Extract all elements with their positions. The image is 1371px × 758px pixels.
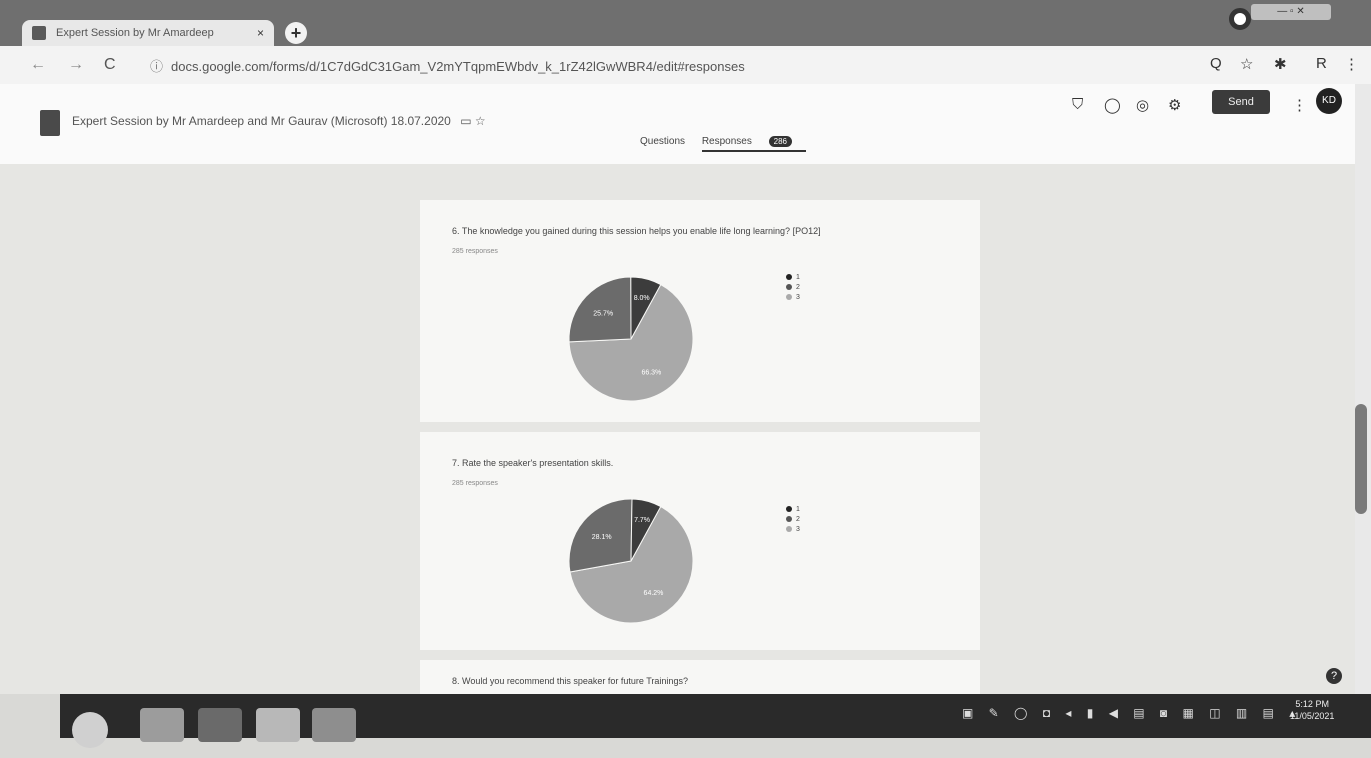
pie-chart-q6: 66.3% 25.7% 8.0%: [566, 274, 696, 409]
tab-questions[interactable]: Questions: [640, 136, 685, 147]
slice-label: 8.0%: [634, 295, 650, 302]
search-icon[interactable]: Q: [1210, 55, 1222, 72]
chart-legend: 1 2 3: [786, 506, 800, 536]
forms-favicon-icon: [32, 26, 46, 40]
browser-menu-icon[interactable]: ⋮: [1344, 55, 1359, 73]
info-icon[interactable]: ⓘ: [150, 59, 163, 74]
legend-item: 2: [786, 284, 800, 291]
palette-icon[interactable]: ◯: [1104, 96, 1121, 114]
window-controls[interactable]: — ▫ ✕: [1251, 4, 1331, 20]
preview-eye-icon[interactable]: ◎: [1136, 96, 1149, 114]
response-count: 285 responses: [452, 248, 498, 255]
slice-label: 28.1%: [592, 534, 612, 541]
question-card-6: 6. The knowledge you gained during this …: [420, 200, 980, 422]
pie-chart-svg-q6: 66.3% 25.7% 8.0%: [568, 276, 694, 402]
forward-icon[interactable]: →: [68, 56, 84, 74]
question-title: 7. Rate the speaker's presentation skill…: [452, 458, 614, 468]
forms-doc-icon[interactable]: [40, 110, 60, 136]
system-tray[interactable]: ▣ ✎ ◯ ◘ ◂ ▮ ◀ ▤ ◙ ▦ ◫ ▥ ▤ ▴: [962, 706, 1301, 720]
legend-item: 3: [786, 294, 800, 301]
tab-title: Expert Session by Mr Amardeep: [56, 27, 214, 39]
addon-icon[interactable]: ⛉: [1072, 96, 1083, 113]
address-bar-row: ← → C ⓘ docs.google.com/forms/d/1C7dGdC31…: [0, 46, 1371, 84]
new-tab-button[interactable]: +: [285, 22, 307, 44]
browser-tab[interactable]: Expert Session by Mr Amardeep ×: [22, 20, 274, 46]
send-button[interactable]: Send: [1212, 90, 1270, 114]
form-tabs: Questions Responses 286: [640, 136, 820, 152]
pie-chart-svg-q7: 64.2% 28.1% 7.7%: [568, 498, 694, 624]
scrollbar-track[interactable]: [1355, 84, 1371, 694]
pie-slice[interactable]: [568, 276, 632, 343]
url-field[interactable]: ⓘ docs.google.com/forms/d/1C7dGdC31Gam_V2…: [150, 56, 745, 75]
taskbar-app-icon[interactable]: [312, 708, 356, 742]
slice-label: 66.3%: [641, 370, 661, 377]
extensions-icon[interactable]: ✱: [1274, 55, 1287, 73]
taskbar-clock[interactable]: 5:12 PM 11/05/2021: [1290, 698, 1334, 722]
back-icon[interactable]: ←: [30, 56, 46, 74]
question-title: 6. The knowledge you gained during this …: [452, 226, 821, 236]
responses-page: 6. The knowledge you gained during this …: [0, 164, 1355, 700]
settings-gear-icon[interactable]: ⚙: [1168, 96, 1181, 114]
account-avatar[interactable]: KD: [1316, 88, 1342, 114]
pie-chart-q7: 64.2% 28.1% 7.7%: [566, 496, 696, 631]
tab-close-icon[interactable]: ×: [257, 26, 264, 40]
legend-item: 3: [786, 526, 800, 533]
scrollbar-thumb[interactable]: [1355, 404, 1367, 514]
tab-responses[interactable]: Responses 286: [701, 136, 806, 152]
legend-item: 2: [786, 516, 800, 523]
form-title[interactable]: Expert Session by Mr Amardeep and Mr Gau…: [72, 114, 486, 128]
profile-icon[interactable]: [1229, 8, 1251, 30]
taskbar-opera-icon[interactable]: [198, 708, 242, 742]
taskbar-chrome-icon[interactable]: [256, 708, 300, 742]
legend-item: 1: [786, 506, 800, 513]
bookmark-star-icon[interactable]: ☆: [1240, 55, 1253, 73]
more-options-icon[interactable]: ⋮: [1292, 96, 1307, 114]
response-count: 285 responses: [452, 480, 498, 487]
folder-star-icons[interactable]: ▭ ☆: [460, 114, 485, 128]
question-card-7: 7. Rate the speaker's presentation skill…: [420, 432, 980, 650]
help-icon[interactable]: ?: [1326, 668, 1342, 684]
responses-count-badge: 286: [768, 136, 792, 147]
url-text: docs.google.com/forms/d/1C7dGdC31Gam_V2m…: [171, 59, 745, 74]
start-button[interactable]: [72, 712, 108, 748]
forms-header: Expert Session by Mr Amardeep and Mr Gau…: [0, 84, 1371, 164]
slice-label: 64.2%: [644, 590, 664, 597]
question-title: 8. Would you recommend this speaker for …: [452, 676, 688, 686]
profile-avatar-icon[interactable]: R: [1316, 55, 1327, 72]
slice-label: 7.7%: [634, 517, 650, 524]
chart-legend: 1 2 3: [786, 274, 800, 304]
reload-icon[interactable]: C: [104, 56, 116, 74]
taskbar-explorer-icon[interactable]: [140, 708, 184, 742]
legend-item: 1: [786, 274, 800, 281]
slice-label: 25.7%: [593, 310, 613, 317]
